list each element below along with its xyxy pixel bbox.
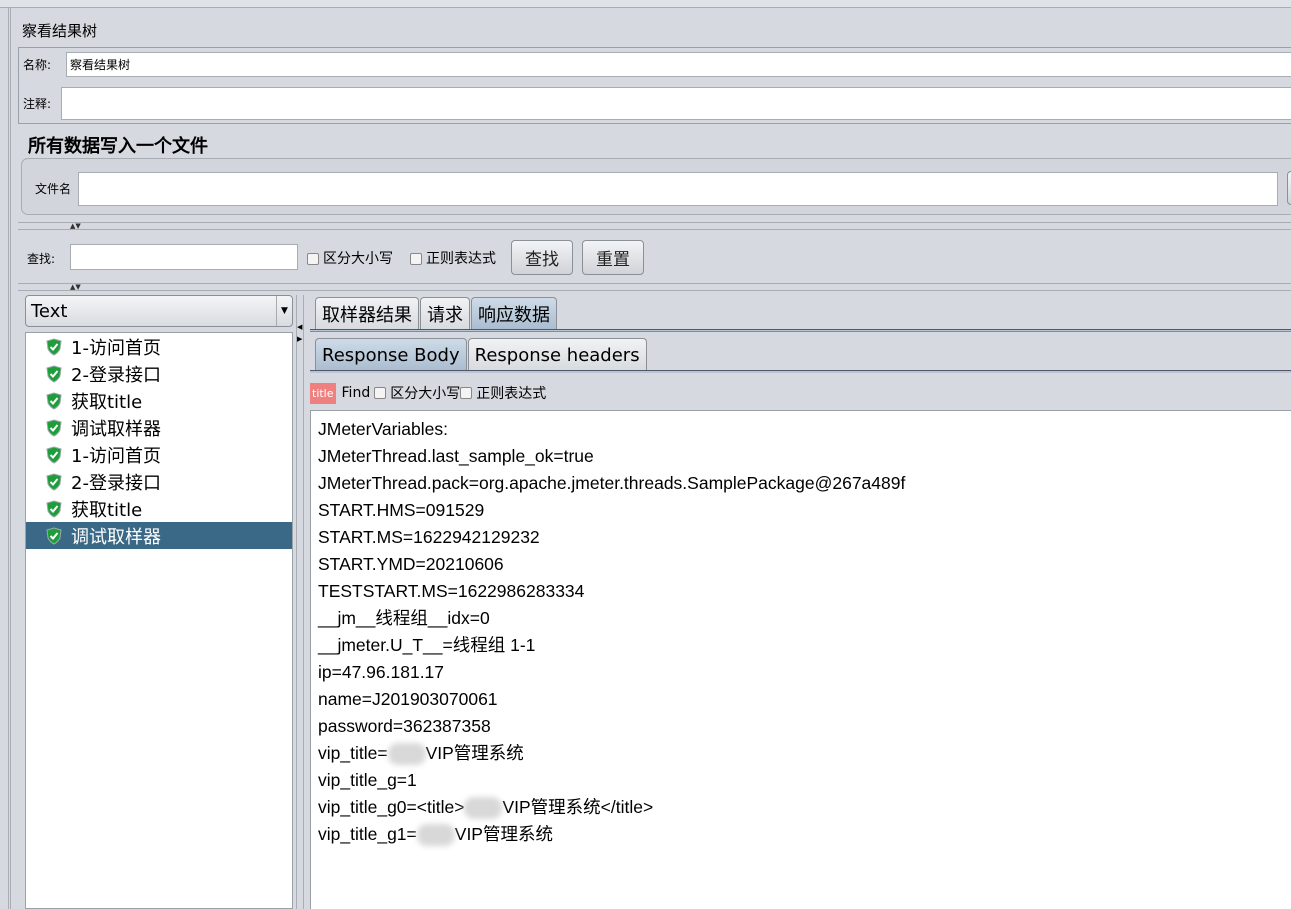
splitter-1[interactable]: ▲▼ [18,222,1291,230]
line-prefix: vip_title_g1= [318,824,417,844]
body-line: vip_title_g0=<title> VIP管理系统</title> [318,794,1291,821]
splitter-2[interactable]: ▲▼ [18,283,1291,291]
tree-item[interactable]: 获取title [26,387,292,414]
body-line: JMeterVariables: [318,419,449,439]
body-line: ip=47.96.181.17 [318,662,445,682]
tree-item-label: 2-登录接口 [71,472,161,494]
case-label: 区分大小写 [390,386,461,402]
line-prefix: vip_title_g=1 [318,770,417,790]
renderer-value: Text [31,301,68,322]
body-line: START.YMD=20210606 [318,554,504,574]
response-body-text[interactable]: JMeterVariables: JMeterThread.last_sample… [310,410,1291,909]
regex-label: 正则表达式 [476,386,547,402]
line-prefix: vip_title_g0=<title> [318,797,465,817]
chevron-down-icon[interactable]: ▼ [276,296,292,326]
vertical-splitter[interactable]: ◀ ▶ [296,295,304,909]
filename-label: 文件名 [35,182,72,196]
success-shield-icon [46,364,62,383]
write-file-section-title: 所有数据写入一个文件 [28,136,208,157]
tree-item-label: 1-访问首页 [71,445,161,467]
body-line: name=J201903070061 [318,689,498,709]
case-label: 区分大小写 [323,251,393,267]
response-tabs: Response Body Response headers [315,338,648,371]
file-group: 文件名 [21,158,1291,215]
checkbox-icon[interactable] [410,253,422,265]
tree-item[interactable]: 2-登录接口 [26,360,292,387]
tab[interactable]: 请求 [420,297,470,330]
tree-item[interactable]: 调试取样器 [26,414,292,441]
regex-checkbox[interactable] [460,387,473,399]
tree-item[interactable]: 获取title [26,495,292,522]
subtab[interactable]: Response Body [315,338,467,371]
title-badge[interactable]: title [310,382,336,404]
success-shield-icon [46,499,62,518]
success-shield-icon [46,418,62,437]
body-find-bar: title Find 区分大小写 正则表达式 [310,380,546,406]
subtab[interactable]: Response headers [467,338,647,371]
find-button[interactable]: 查找 [511,240,573,275]
comment-label: 注释: [23,97,52,111]
panel-title: 察看结果树 [22,22,98,40]
result-tree[interactable]: 1-访问首页 2-登录接口 获取title 调试取样器 1-访问首页 2-登录接口 获取ti… [25,332,293,909]
tree-item[interactable]: 调试取样器 [26,522,292,549]
success-shield-icon [46,337,62,356]
result-tabs: 取样器结果 请求 响应数据 [315,297,558,330]
line-suffix: VIP管理系统</title> [502,797,654,817]
tab[interactable]: 响应数据 [471,297,557,330]
body-line: JMeterThread.last_sample_ok=true [318,446,594,466]
tree-item[interactable]: 2-登录接口 [26,468,292,495]
tree-item-label: 获取title [71,499,143,521]
line-suffix: VIP管理系统 [454,824,553,844]
body-line: TESTSTART.MS=1622986283334 [318,581,585,601]
redacted-blur [464,797,503,820]
tree-item-label: 2-登录接口 [71,364,161,386]
browse-button[interactable] [1287,171,1291,205]
body-line: __jmeter.U_T__=线程组 1-1 [318,635,536,655]
success-shield-icon [46,472,62,491]
body-line: __jm__线程组__idx=0 [318,608,490,628]
success-shield-icon [46,391,62,410]
search-regex-checkbox[interactable]: 正则表达式 [410,248,496,268]
name-label: 名称: [23,58,52,72]
tree-item[interactable]: 1-访问首页 [26,441,292,468]
body-line: password=362387358 [318,716,491,736]
filename-input[interactable] [78,172,1278,206]
subtab-underline [310,370,1291,373]
tree-item-label: 调试取样器 [71,418,161,440]
search-case-checkbox[interactable]: 区分大小写 [307,248,393,268]
body-line: vip_title= VIP管理系统 [318,740,1291,767]
tab[interactable]: 取样器结果 [315,297,419,330]
body-line: START.HMS=091529 [318,500,485,520]
name-input[interactable] [66,52,1291,77]
body-line: vip_title_g=1 [318,767,1291,794]
redacted-blur [416,824,455,847]
success-shield-icon [46,445,62,464]
top-strip [0,0,1291,8]
tree-item-label: 获取title [71,391,143,413]
body-line: vip_title_g1= VIP管理系统 [318,821,1291,848]
comment-input[interactable] [61,87,1291,120]
renderer-select[interactable]: Text ▼ [25,295,293,327]
search-label: 查找: [27,252,56,266]
line-prefix: vip_title= [318,743,388,763]
name-comment-box: 名称: 注释: [18,47,1291,124]
left-splitter[interactable] [8,8,11,909]
reset-button[interactable]: 重置 [582,240,644,275]
tree-item-label: 调试取样器 [71,526,161,548]
find-label: Find [341,385,371,401]
success-shield-icon [46,526,62,545]
line-suffix: VIP管理系统 [425,743,524,763]
body-line: JMeterThread.pack=org.apache.jmeter.thre… [318,473,906,493]
redacted-blur [387,743,426,766]
tab-underline [310,329,1291,332]
checkbox-icon[interactable] [307,253,319,265]
case-checkbox[interactable] [374,387,387,399]
search-input[interactable] [70,244,298,270]
regex-label: 正则表达式 [426,251,496,267]
tree-item[interactable]: 1-访问首页 [26,333,292,360]
body-line: START.MS=1622942129232 [318,527,540,547]
tree-item-label: 1-访问首页 [71,337,161,359]
